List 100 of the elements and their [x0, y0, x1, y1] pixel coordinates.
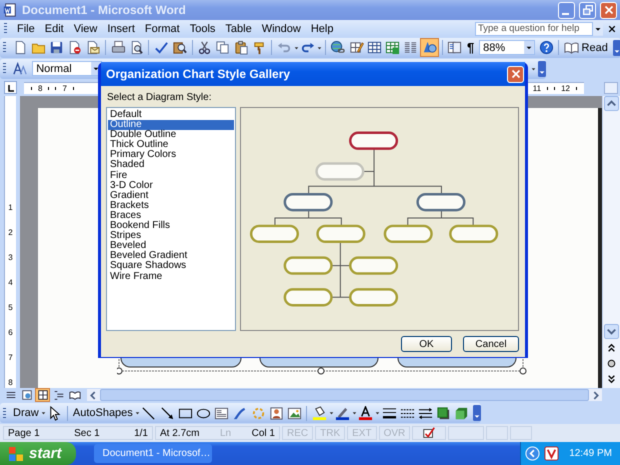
scroll-down-icon[interactable]: [604, 324, 619, 339]
menu-item[interactable]: Window: [256, 22, 306, 34]
toolbar-options-icon[interactable]: [538, 58, 546, 78]
view-icon: [20, 389, 32, 401]
show-hidden-icons-icon[interactable]: [525, 446, 540, 461]
wordart-icon[interactable]: [232, 406, 248, 420]
toolbar-options-icon[interactable]: [472, 403, 481, 423]
save-icon[interactable]: [48, 40, 64, 55]
list-item[interactable]: Outline: [108, 120, 234, 130]
minimize-button[interactable]: [558, 2, 575, 18]
line-style-icon[interactable]: [382, 406, 397, 420]
styles-icon[interactable]: [12, 61, 28, 76]
org-chart-box: [316, 224, 365, 243]
view-icon: [4, 389, 16, 401]
status-field: Ln: [220, 428, 232, 438]
view-icon: [36, 389, 48, 401]
copy-icon[interactable]: [215, 40, 230, 55]
line-color-icon[interactable]: [335, 406, 350, 420]
clip-art-icon[interactable]: [268, 406, 284, 420]
3d-icon[interactable]: [454, 406, 470, 420]
spreadsheet-icon[interactable]: [384, 40, 400, 55]
taskbar-button[interactable]: Document1 - Microsof…: [94, 444, 212, 463]
print-layout-icon[interactable]: [35, 388, 50, 402]
menu-item[interactable]: Insert: [102, 22, 140, 34]
list-item[interactable]: Thick Outline: [108, 140, 234, 150]
tables-borders-icon[interactable]: [348, 40, 364, 55]
book-icon[interactable]: [564, 40, 579, 55]
fill-color-icon[interactable]: [312, 406, 328, 420]
draw-menu-button[interactable]: Draw: [11, 407, 41, 419]
help-search-field[interactable]: Type a question for help: [475, 22, 593, 36]
cancel-button[interactable]: Cancel: [463, 336, 519, 352]
list-item[interactable]: Brackets: [108, 200, 234, 211]
arrow-style-icon[interactable]: [418, 406, 434, 420]
four-squares-logo-icon: [8, 446, 24, 462]
hyperlink-icon[interactable]: [330, 40, 346, 55]
close-icon[interactable]: [608, 24, 616, 32]
toolbar-options-icon[interactable]: [612, 38, 620, 58]
help-icon[interactable]: [538, 40, 554, 55]
list-item[interactable]: Primary Colors: [108, 150, 234, 160]
zoom-dropdown[interactable]: 88%: [479, 40, 536, 55]
research-icon[interactable]: [172, 40, 188, 55]
menu-item[interactable]: View: [68, 22, 102, 34]
list-item[interactable]: 3-D Color: [108, 180, 234, 191]
ok-button[interactable]: OK: [401, 336, 452, 352]
org-chart-box: [283, 288, 332, 306]
list-item[interactable]: Bookend Fills: [108, 221, 234, 232]
menu-item[interactable]: Edit: [40, 22, 69, 34]
arrow-icon[interactable]: [160, 406, 175, 420]
list-item[interactable]: Braces: [108, 210, 234, 222]
view-icon: [68, 389, 80, 401]
autoshapes-menu-button[interactable]: AutoShapes: [70, 407, 135, 419]
vertical-scrollbar[interactable]: [602, 96, 620, 388]
columns-icon[interactable]: [403, 40, 418, 55]
style-list[interactable]: Default Outline Double Outline Thick Outline Primary Colors Shaded Fire 3-D Color Gradient Brackets Braces Bookend Fills Stripes Beveled Beveled Gradient Square Shadows Wire Frame: [106, 107, 236, 331]
scroll-up-icon[interactable]: [604, 96, 619, 111]
ruler-number: 8: [37, 84, 44, 92]
menu-item[interactable]: Tools: [184, 22, 220, 34]
spelling-status-icon[interactable]: [421, 426, 438, 440]
ruler-number: 2: [8, 227, 13, 238]
tab-selector-button[interactable]: [4, 81, 17, 94]
list-item[interactable]: Stripes: [108, 231, 234, 242]
list-item[interactable]: Beveled: [108, 241, 234, 252]
paste-icon[interactable]: [234, 40, 249, 55]
org-chart-box: [348, 256, 398, 274]
cut-icon[interactable]: [197, 40, 212, 55]
ruler-number: 5: [8, 302, 13, 313]
list-item[interactable]: Wire Frame: [108, 272, 234, 282]
drawing-toggle-button[interactable]: [420, 38, 439, 57]
menu-item[interactable]: File: [12, 22, 40, 34]
shadow-icon[interactable]: [436, 406, 452, 420]
list-item[interactable]: Double Outline: [108, 130, 234, 140]
list-item[interactable]: Beveled Gradient: [108, 251, 234, 262]
spelling-icon[interactable]: [154, 40, 169, 55]
text-box-icon[interactable]: [214, 406, 230, 420]
tray-app-icon[interactable]: [544, 446, 560, 461]
list-item[interactable]: Shaded: [108, 160, 234, 171]
list-item[interactable]: Gradient: [108, 190, 234, 201]
style-dropdown[interactable]: Normal: [32, 61, 102, 76]
font-color-icon[interactable]: [358, 406, 374, 420]
read-button[interactable]: Read: [580, 42, 611, 54]
document-map-icon[interactable]: [447, 40, 462, 55]
picture-icon[interactable]: [286, 406, 302, 420]
list-item[interactable]: Fire: [108, 170, 234, 181]
close-button[interactable]: [507, 66, 524, 82]
insert-table-icon[interactable]: [366, 40, 382, 55]
close-button[interactable]: [600, 2, 617, 18]
permission-icon[interactable]: [67, 40, 82, 55]
line-icon[interactable]: [141, 406, 156, 420]
print-icon[interactable]: [110, 40, 126, 55]
menu-item[interactable]: Format: [140, 22, 185, 34]
org-chart-box: [314, 162, 364, 180]
menu-item[interactable]: Table: [220, 22, 257, 34]
list-item[interactable]: Square Shadows: [108, 261, 234, 272]
view-icon: [52, 389, 64, 401]
email-icon[interactable]: [85, 40, 100, 55]
org-chart-box: [283, 192, 332, 211]
menu-item[interactable]: Help: [306, 22, 338, 34]
list-item[interactable]: Default: [108, 110, 234, 120]
show-formatting-marks-button[interactable]: ¶: [464, 40, 478, 55]
redo-icon[interactable]: [300, 40, 316, 55]
